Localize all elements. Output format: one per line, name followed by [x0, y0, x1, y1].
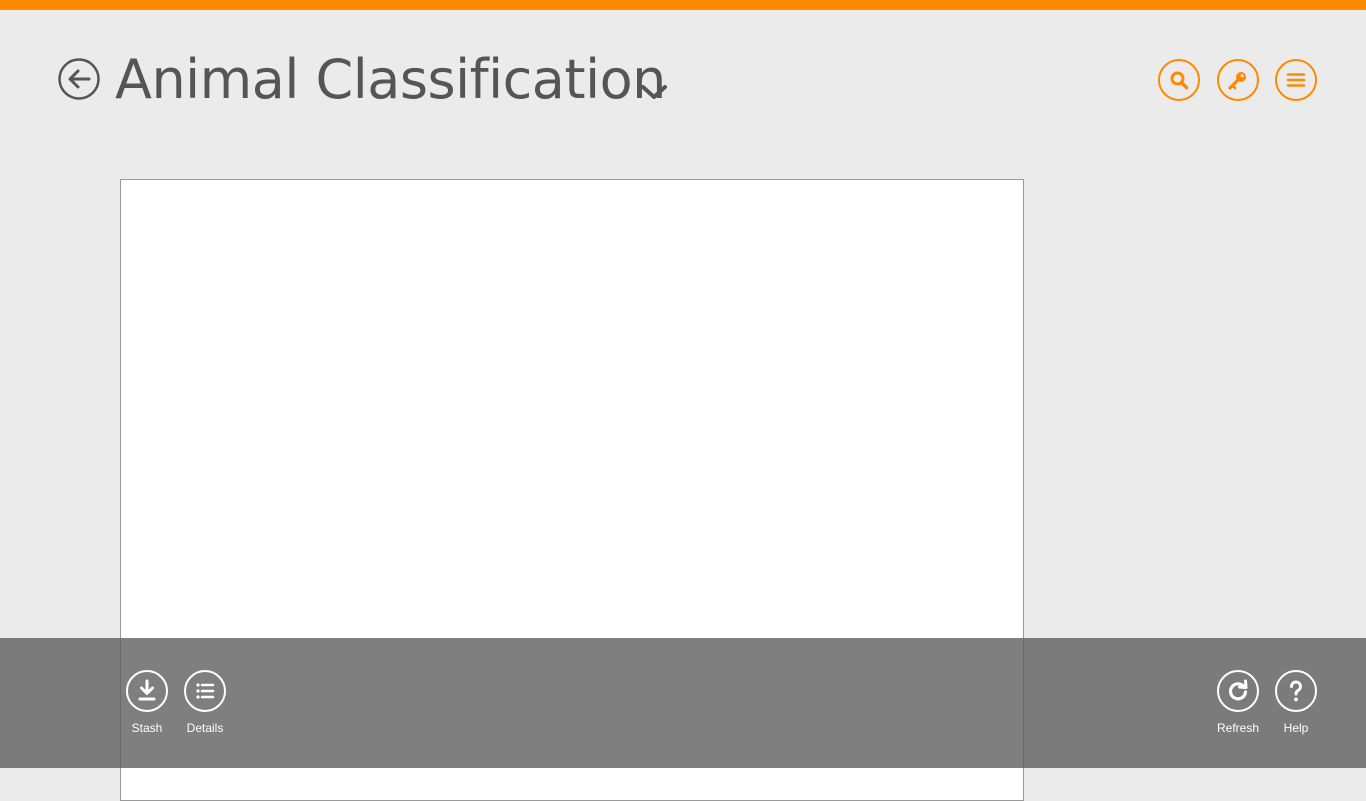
- help-button[interactable]: Help: [1266, 670, 1326, 750]
- stash-button[interactable]: Stash: [117, 670, 177, 750]
- title-dropdown-button[interactable]: [640, 82, 668, 102]
- stash-label: Stash: [131, 721, 163, 735]
- key-icon: [1217, 59, 1259, 101]
- chevron-down-icon: [641, 85, 667, 99]
- hamburger-menu-icon: [1275, 59, 1317, 101]
- search-icon: [1158, 59, 1200, 101]
- refresh-label: Refresh: [1216, 721, 1260, 735]
- menu-button[interactable]: [1275, 59, 1317, 101]
- search-button[interactable]: [1158, 59, 1200, 101]
- page-title: Animal Classification: [115, 48, 666, 111]
- help-label: Help: [1283, 721, 1309, 735]
- help-icon: [1275, 670, 1317, 712]
- key-button[interactable]: [1217, 59, 1259, 101]
- details-button[interactable]: Details: [175, 670, 235, 750]
- top-accent-bar: [0, 0, 1366, 10]
- back-button[interactable]: [58, 58, 100, 100]
- refresh-icon: [1217, 670, 1259, 712]
- back-arrow-icon: [58, 58, 100, 100]
- details-label: Details: [186, 721, 224, 735]
- refresh-button[interactable]: Refresh: [1208, 670, 1268, 750]
- list-icon: [184, 670, 226, 712]
- download-icon: [126, 670, 168, 712]
